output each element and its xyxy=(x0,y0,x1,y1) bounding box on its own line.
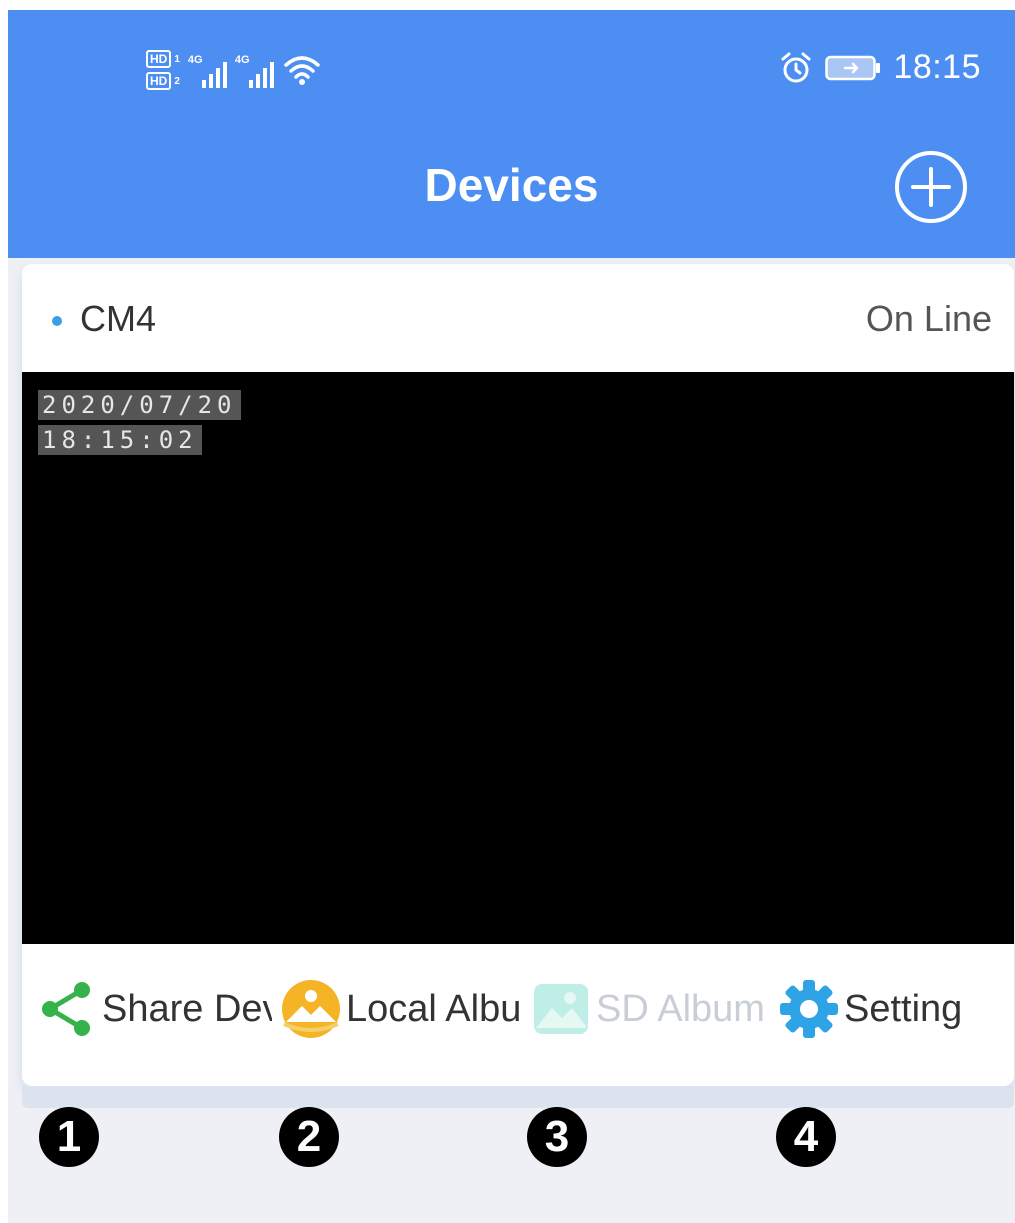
signal-icon-1: 4G xyxy=(188,52,227,88)
signal-icon-2: 4G xyxy=(235,52,274,88)
setting-button[interactable]: Setting xyxy=(778,974,1014,1044)
alarm-icon xyxy=(781,52,811,82)
sim1-hd-badge: HD xyxy=(146,50,172,68)
status-bar-left: HD 1 HD 2 4G 4G xyxy=(146,40,322,100)
app-header: HD 1 HD 2 4G 4G 18:15 Devices xyxy=(8,10,1015,258)
setting-label: Setting xyxy=(844,987,963,1030)
device-status: On Line xyxy=(865,298,992,339)
network-type-1: 4G xyxy=(187,54,203,66)
share-device-label: Share Dev xyxy=(102,987,272,1030)
sim1-number: 1 xyxy=(174,53,180,65)
osd-date: 2020/07/20 xyxy=(38,390,241,420)
wifi-icon xyxy=(284,56,320,85)
video-preview[interactable]: 2020/07/20 18:15:02 xyxy=(22,372,1014,944)
callout-marker-3: 3 xyxy=(527,1107,587,1167)
action-bar: Share Dev Local Albu SD Album Setting xyxy=(22,944,1014,1086)
local-album-icon xyxy=(282,980,340,1038)
local-album-button[interactable]: Local Albu xyxy=(280,974,520,1044)
sim2-hd-badge: HD xyxy=(146,72,172,90)
status-bar-right: 18:15 xyxy=(779,48,981,87)
status-dot-icon xyxy=(52,316,62,326)
card-shadow-strip xyxy=(22,1086,1014,1108)
device-card-header[interactable]: CM4 On Line xyxy=(22,264,1014,372)
sd-album-icon xyxy=(534,984,588,1034)
share-device-button[interactable]: Share Dev xyxy=(36,974,272,1044)
add-device-button[interactable] xyxy=(892,148,970,226)
callout-marker-2: 2 xyxy=(279,1107,339,1167)
local-album-label: Local Albu xyxy=(346,987,520,1030)
sim2-number: 2 xyxy=(174,75,180,87)
sd-album-button[interactable]: SD Album xyxy=(530,974,780,1044)
status-clock: 18:15 xyxy=(893,48,981,86)
app-screen: HD 1 HD 2 4G 4G 18:15 Devices CM4 On Lin… xyxy=(8,10,1015,1223)
gear-icon xyxy=(780,980,838,1038)
page-title: Devices xyxy=(424,159,599,211)
device-card: CM4 On Line 2020/07/20 18:15:02 Share De… xyxy=(22,264,1014,1086)
osd-time: 18:15:02 xyxy=(38,425,202,455)
network-type-2: 4G xyxy=(234,54,250,66)
sd-album-label: SD Album xyxy=(596,987,765,1030)
battery-icon xyxy=(825,55,881,80)
share-icon xyxy=(42,982,90,1036)
callout-marker-1: 1 xyxy=(39,1107,99,1167)
device-name: CM4 xyxy=(80,298,157,339)
callout-marker-4: 4 xyxy=(776,1107,836,1167)
